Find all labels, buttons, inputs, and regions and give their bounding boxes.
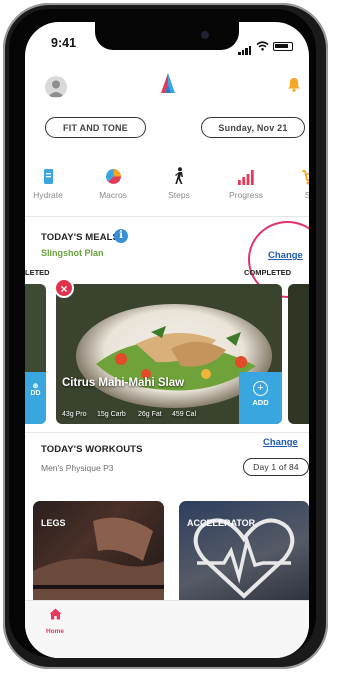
meal-protein: 43g Pro xyxy=(62,411,87,418)
user-icon xyxy=(48,80,64,97)
tab-4[interactable] xyxy=(195,607,251,630)
workouts-section-title: TODAY'S WORKOUTS xyxy=(41,444,143,455)
workout-card-title: LEGS xyxy=(41,518,66,528)
quick-action-label: Progress xyxy=(228,190,263,200)
workout-day-badge[interactable]: Day 1 of 84 xyxy=(243,458,309,476)
workout-card-title: ACCELERATOR xyxy=(187,518,256,528)
quick-action-label: Sh xyxy=(304,190,309,200)
quick-action-progress[interactable]: Progress xyxy=(219,165,273,200)
tab-5[interactable] xyxy=(251,607,307,630)
quick-action-shop[interactable]: Sh xyxy=(283,165,309,200)
quick-action-hydrate[interactable]: Hydrate xyxy=(25,165,75,200)
profile-avatar[interactable] xyxy=(45,76,67,98)
hydrate-icon xyxy=(43,169,53,184)
date-selector[interactable]: Sunday, Nov 21 xyxy=(201,117,305,138)
tab-label xyxy=(83,623,139,630)
section-divider xyxy=(25,216,309,217)
tab-label xyxy=(139,623,195,630)
notification-bell-icon[interactable] xyxy=(287,77,301,92)
app-screen: 9:41 FIT AND TONE Sunday, Nov 21 Hydrate… xyxy=(25,22,309,658)
camera-icon xyxy=(201,31,209,39)
battery-icon xyxy=(273,41,293,51)
quick-action-label: Macros xyxy=(99,190,127,200)
change-workout-program-link[interactable]: Change xyxy=(263,437,298,448)
previous-meal-add-button[interactable]: ⊕ DD xyxy=(25,372,46,424)
status-time: 9:41 xyxy=(51,36,77,50)
right-card-status: COMPLETED xyxy=(244,268,292,277)
plus-circle-icon: + xyxy=(253,381,268,396)
plus-circle-icon: ⊕ xyxy=(32,383,39,390)
notch xyxy=(95,22,239,50)
home-icon xyxy=(49,608,61,620)
status-icons xyxy=(238,37,293,55)
tab-home[interactable]: Home xyxy=(27,607,83,635)
meal-plan-name: Slingshot Plan xyxy=(41,248,104,258)
info-icon[interactable]: i xyxy=(114,229,128,243)
tab-label: Home xyxy=(45,628,65,635)
quick-action-label: Steps xyxy=(168,190,190,200)
legs-workout-photo xyxy=(33,517,164,607)
meals-section-title: TODAY'S MEALS xyxy=(41,232,119,243)
meal-fat: 26g Fat xyxy=(138,411,162,418)
remove-meal-button[interactable]: × xyxy=(54,278,74,298)
tab-2[interactable] xyxy=(83,607,139,630)
workout-program-name: Men's Physique P3 xyxy=(41,463,114,473)
steps-walker-icon xyxy=(174,167,183,184)
section-divider xyxy=(25,432,309,433)
tab-3[interactable] xyxy=(139,607,195,630)
heart-rate-icon xyxy=(193,518,295,599)
tab-label xyxy=(195,623,251,630)
next-meal-card[interactable] xyxy=(288,284,309,424)
quick-action-label: Hydrate xyxy=(33,190,63,200)
add-label: DD xyxy=(30,390,41,397)
signal-icon xyxy=(238,37,252,55)
workout-card-accelerator[interactable]: ACCELERATOR xyxy=(179,501,309,607)
app-logo xyxy=(161,73,175,93)
shop-cart-icon xyxy=(301,170,309,185)
macros-pie-icon xyxy=(105,169,121,184)
tab-label xyxy=(251,623,307,630)
add-meal-button[interactable]: + ADD xyxy=(239,372,282,424)
meal-calories: 459 Cal xyxy=(172,411,197,418)
progress-bars-icon xyxy=(238,170,254,185)
meal-name: Citrus Mahi-Mahi Slaw xyxy=(62,377,185,389)
workout-card-legs[interactable]: LEGS xyxy=(33,501,164,607)
previous-meal-card[interactable]: ⊕ DD xyxy=(25,284,46,424)
left-card-status: LETED xyxy=(25,268,50,277)
bottom-tab-bar: Home xyxy=(25,600,309,658)
wifi-icon xyxy=(256,41,269,51)
quick-action-steps[interactable]: Steps xyxy=(152,165,206,200)
add-label: ADD xyxy=(252,398,269,407)
quick-action-macros[interactable]: Macros xyxy=(86,165,140,200)
meal-carbs: 15g Carb xyxy=(97,411,126,418)
goal-selector[interactable]: FIT AND TONE xyxy=(45,117,146,138)
meal-card[interactable]: Citrus Mahi-Mahi Slaw 43g Pro 15g Carb 2… xyxy=(56,284,282,424)
